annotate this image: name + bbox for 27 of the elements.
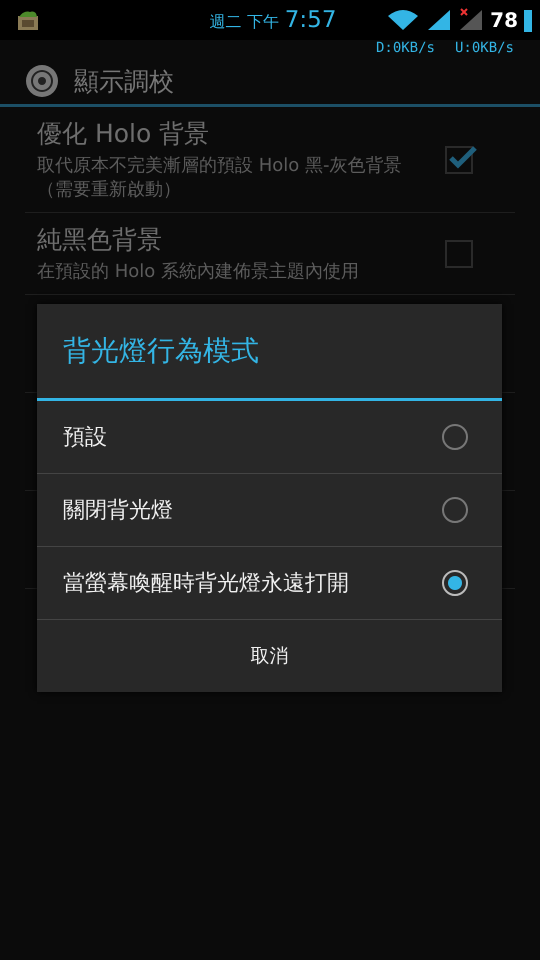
radio-option[interactable]: 預設 [37, 401, 502, 474]
preference-title: 優化 Holo 背景 [37, 118, 210, 150]
checkbox[interactable] [445, 240, 473, 268]
signal-icon [426, 8, 452, 32]
cancel-button[interactable]: 取消 [37, 620, 502, 692]
dialog-title: 背光燈行為模式 [37, 304, 502, 401]
option-label: 關閉背光燈 [63, 497, 173, 525]
preference-title: 純黑色背景 [37, 224, 163, 256]
radio-button[interactable] [442, 424, 468, 450]
no-signal-icon [458, 8, 484, 32]
preference-summary: 取代原本不完美漸層的預設 Holo 黑-灰色背景（需要重新啟動） [37, 154, 402, 202]
status-day: 週二 下午 [210, 12, 279, 33]
option-label: 當螢幕喚醒時背光燈永遠打開 [63, 570, 349, 598]
radio-option[interactable]: 關閉背光燈 [37, 474, 502, 547]
battery-level: 78 [490, 8, 518, 32]
radio-option[interactable]: 當螢幕喚醒時背光燈永遠打開 [37, 547, 502, 620]
preference-summary: 在預設的 Holo 系統內建佈景主題內使用 [37, 260, 360, 284]
radio-button[interactable] [442, 570, 468, 596]
settings-icon[interactable] [24, 63, 60, 99]
wifi-icon [386, 8, 420, 32]
battery-icon [524, 8, 532, 32]
option-label: 預設 [63, 424, 107, 452]
upload-speed: U:0KB/s [454, 40, 514, 58]
status-time: 7:57 [284, 7, 336, 33]
screen-title: 顯示調校 [74, 66, 174, 98]
download-speed: D:0KB/s [376, 40, 435, 58]
radio-button[interactable] [442, 497, 468, 523]
